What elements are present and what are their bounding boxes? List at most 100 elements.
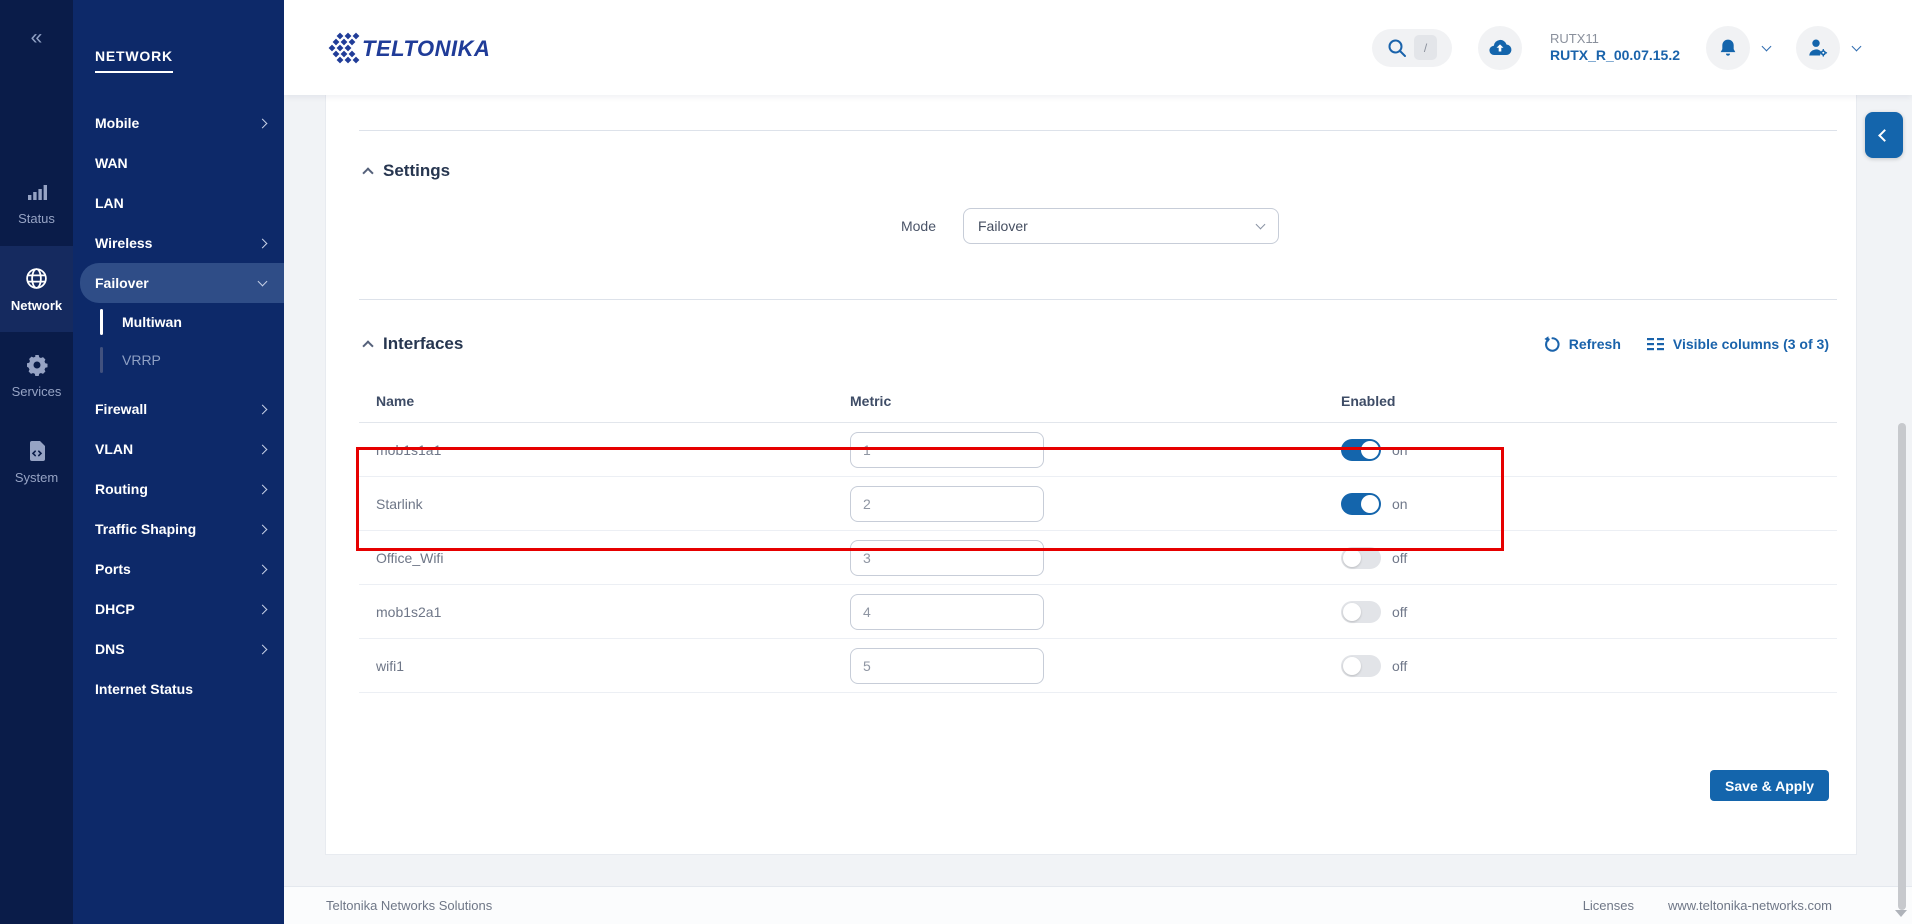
enabled-toggle[interactable] [1341, 439, 1381, 461]
sidebar-item-firewall[interactable]: Firewall [73, 389, 284, 429]
rail-label-network: Network [11, 298, 62, 313]
enabled-toggle[interactable] [1341, 655, 1381, 677]
column-header-metric: Metric [850, 393, 1341, 409]
metric-input[interactable] [850, 594, 1044, 630]
enabled-toggle[interactable] [1341, 601, 1381, 623]
notifications-menu[interactable] [1706, 26, 1770, 70]
chevron-right-icon [258, 444, 268, 454]
rail-item-network[interactable]: Network [0, 246, 73, 332]
visible-columns-button[interactable]: Visible columns (3 of 3) [1647, 336, 1829, 352]
sidebar-title: NETWORK [95, 48, 173, 73]
sidebar-item-traffic-shaping[interactable]: Traffic Shaping [73, 509, 284, 549]
teltonika-logo: TELTONIKA [326, 28, 490, 68]
save-apply-button[interactable]: Save & Apply [1710, 770, 1829, 801]
chevron-right-icon [258, 484, 268, 494]
sidebar-item-label: WAN [95, 155, 128, 171]
top-bar-actions: / RUTX11 RUTX_R_00.07.15.2 [1372, 0, 1860, 95]
collapse-sidebar-button[interactable]: « [0, 26, 73, 50]
metric-input[interactable] [850, 648, 1044, 684]
main-content: Settings Mode Failover Interfaces [284, 95, 1912, 886]
sidebar-item-failover[interactable]: Failover [80, 263, 284, 303]
user-settings-button[interactable] [1796, 26, 1840, 70]
licenses-link[interactable]: Licenses [1583, 898, 1634, 913]
sidebar-subitem-vrrp[interactable]: VRRP [73, 341, 284, 379]
cloud-upload-icon [1487, 35, 1513, 61]
chevron-right-icon [258, 604, 268, 614]
sidebar-network-menu: NETWORK Mobile WAN LAN Wireless Failover… [73, 0, 284, 924]
metric-input[interactable] [850, 486, 1044, 522]
sidebar-item-label: Wireless [95, 235, 152, 251]
bell-icon [1717, 37, 1739, 59]
footer-company: Teltonika Networks Solutions [326, 898, 492, 913]
sidebar-item-wireless[interactable]: Wireless [73, 223, 284, 263]
page-footer: Teltonika Networks Solutions Licenses ww… [284, 886, 1912, 924]
sidebar-item-dhcp[interactable]: DHCP [73, 589, 284, 629]
refresh-button[interactable]: Refresh [1544, 336, 1621, 353]
table-row: Office_Wifi off [359, 531, 1837, 585]
sidebar-gap [73, 379, 284, 389]
chevron-down-icon [258, 277, 268, 287]
search-icon [1387, 38, 1407, 58]
sidebar-item-routing[interactable]: Routing [73, 469, 284, 509]
rail-label-system: System [15, 470, 58, 485]
section-divider [359, 299, 1837, 300]
sidebar-item-label: Internet Status [95, 681, 193, 697]
interface-name: mob1s1a1 [359, 442, 850, 458]
scrollbar-down-arrow[interactable] [1895, 910, 1907, 917]
refresh-icon [1544, 336, 1561, 353]
sidebar-subitem-multiwan[interactable]: Multiwan [73, 303, 284, 341]
interface-name: mob1s2a1 [359, 604, 850, 620]
settings-section-title: Settings [383, 161, 450, 181]
chevron-right-icon [258, 524, 268, 534]
sidebar-item-vlan[interactable]: VLAN [73, 429, 284, 469]
notifications-button[interactable] [1706, 26, 1750, 70]
events-panel-expand-tab[interactable] [1865, 112, 1903, 158]
sidebar-item-label: VLAN [95, 441, 133, 457]
gear-icon [25, 353, 49, 377]
metric-input[interactable] [850, 432, 1044, 468]
enabled-toggle[interactable] [1341, 493, 1381, 515]
toggle-state-label: on [1392, 442, 1408, 458]
column-header-name: Name [359, 393, 850, 409]
sidebar-item-dns[interactable]: DNS [73, 629, 284, 669]
sidebar-item-label: DNS [95, 641, 125, 657]
chevron-down-icon [1256, 220, 1266, 230]
sidebar-item-internet-status[interactable]: Internet Status [73, 669, 284, 709]
sidebar-item-mobile[interactable]: Mobile [73, 103, 284, 143]
interfaces-section-toggle[interactable]: Interfaces [364, 334, 463, 354]
sidebar-item-label: Routing [95, 481, 148, 497]
metric-input[interactable] [850, 540, 1044, 576]
sidebar-item-ports[interactable]: Ports [73, 549, 284, 589]
chevron-right-icon [258, 564, 268, 574]
search-button[interactable]: / [1372, 29, 1452, 67]
toggle-knob [1343, 657, 1361, 675]
rail-item-services[interactable]: Services [0, 333, 73, 419]
sidebar-item-wan[interactable]: WAN [73, 143, 284, 183]
chevron-right-icon [258, 118, 268, 128]
interface-name: Starlink [359, 496, 850, 512]
sidebar-item-lan[interactable]: LAN [73, 183, 284, 223]
settings-section-toggle[interactable]: Settings [364, 161, 1856, 181]
sidebar-item-label: Ports [95, 561, 131, 577]
toggle-state-label: off [1392, 658, 1407, 674]
sidebar-subitem-label: VRRP [122, 352, 161, 368]
enabled-toggle[interactable] [1341, 547, 1381, 569]
rail-item-system[interactable]: System [0, 419, 73, 505]
mode-select[interactable]: Failover [963, 208, 1279, 244]
sidebar-item-label: LAN [95, 195, 124, 211]
device-model: RUTX11 [1550, 31, 1680, 47]
toggle-knob [1343, 549, 1361, 567]
sidebar-item-label: Traffic Shaping [95, 521, 196, 537]
signal-bars-icon [25, 180, 49, 204]
multiwan-card: Settings Mode Failover Interfaces [325, 95, 1857, 855]
website-link[interactable]: www.teltonika-networks.com [1668, 898, 1832, 913]
visible-columns-label: Visible columns (3 of 3) [1673, 336, 1829, 352]
toggle-state-label: off [1392, 550, 1407, 566]
vertical-scrollbar[interactable] [1898, 423, 1906, 910]
user-menu[interactable] [1796, 26, 1860, 70]
sidebar-subitem-label: Multiwan [122, 314, 182, 330]
toggle-knob [1361, 441, 1379, 459]
rail-item-status[interactable]: Status [0, 160, 73, 246]
cloud-sync-button[interactable] [1478, 26, 1522, 70]
rail-label-services: Services [12, 384, 62, 399]
